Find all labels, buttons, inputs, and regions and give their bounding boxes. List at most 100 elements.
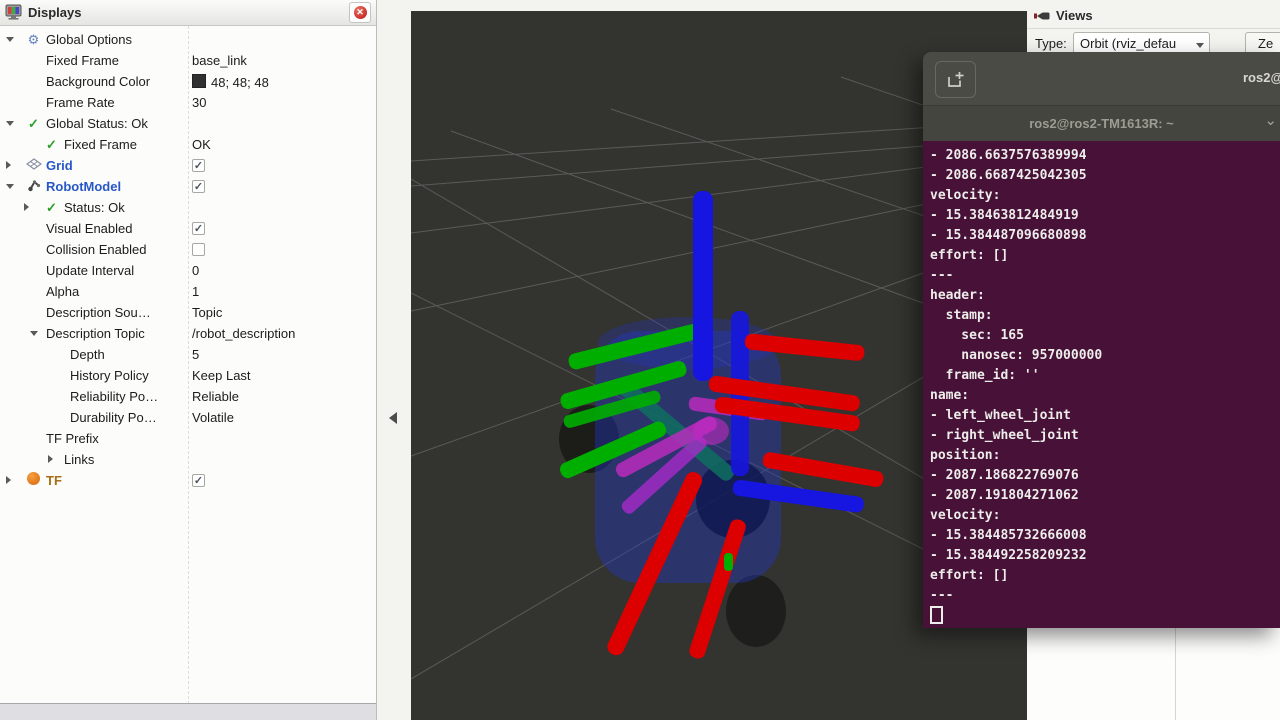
property-value[interactable]: OK bbox=[192, 137, 211, 152]
caster-wheel bbox=[726, 575, 786, 647]
tree-row-history-policy[interactable]: History Policy Keep Last bbox=[0, 365, 376, 386]
property-checkbox-unchecked[interactable] bbox=[192, 243, 205, 256]
tree-row-fixed-frame[interactable]: Fixed Frame base_link bbox=[0, 50, 376, 71]
property-value[interactable]: Reliable bbox=[192, 389, 239, 404]
property-label: Fixed Frame bbox=[46, 53, 119, 68]
new-tab-button[interactable] bbox=[935, 61, 976, 98]
property-checkbox-checked[interactable]: ✓ bbox=[192, 222, 205, 235]
property-value[interactable]: base_link bbox=[192, 53, 247, 68]
property-checkbox-checked[interactable]: ✓ bbox=[192, 474, 205, 487]
tree-row-tf-prefix[interactable]: TF Prefix bbox=[0, 428, 376, 449]
property-label: Reliability Po… bbox=[70, 389, 158, 404]
displays-panel-icon bbox=[5, 4, 22, 21]
check-icon: ✓ bbox=[43, 199, 60, 216]
tree-row-status-ok[interactable]: ✓ Status: Ok bbox=[0, 197, 376, 218]
property-checkbox-checked[interactable]: ✓ bbox=[192, 159, 205, 172]
property-label: RobotModel bbox=[46, 179, 121, 194]
terminal-window-title: ros2@ bbox=[1243, 70, 1280, 85]
property-label: TF bbox=[46, 473, 62, 488]
property-label: Description Sou… bbox=[46, 305, 151, 320]
tree-row-frame-rate[interactable]: Frame Rate 30 bbox=[0, 92, 376, 113]
property-value[interactable]: /robot_description bbox=[192, 326, 295, 341]
property-value[interactable]: Keep Last bbox=[192, 368, 251, 383]
property-label: Depth bbox=[70, 347, 105, 362]
tree-row-depth[interactable]: Depth 5 bbox=[0, 344, 376, 365]
terminal-tab-title: ros2@ros2-TM1613R: ~ bbox=[1029, 116, 1174, 131]
property-value[interactable]: Topic bbox=[192, 305, 222, 320]
views-panel-header: Views bbox=[1027, 3, 1280, 29]
tree-row-global-status-ok[interactable]: ✓ Global Status: Ok bbox=[0, 113, 376, 134]
tree-row-alpha[interactable]: Alpha 1 bbox=[0, 281, 376, 302]
terminal-body[interactable]: - 2086.6637576389994 - 2086.668742504230… bbox=[923, 141, 1280, 628]
expander-closed-icon[interactable] bbox=[6, 476, 11, 484]
tf-icon bbox=[25, 472, 42, 489]
tree-row-global-options[interactable]: ⚙Global Options bbox=[0, 29, 376, 50]
tree-row-visual-enabled[interactable]: Visual Enabled ✓ bbox=[0, 218, 376, 239]
robot-model bbox=[558, 191, 885, 660]
check-icon: ✓ bbox=[25, 115, 42, 132]
view-type-value: Orbit (rviz_defau bbox=[1080, 36, 1176, 51]
property-label: Global Options bbox=[46, 32, 132, 47]
displays-panel-button-row bbox=[0, 703, 376, 720]
tf-origin bbox=[693, 417, 729, 445]
property-label: Alpha bbox=[46, 284, 79, 299]
displays-panel-title: Displays bbox=[28, 5, 81, 20]
expander-open-icon[interactable] bbox=[6, 121, 14, 126]
property-label: History Policy bbox=[70, 368, 149, 383]
tree-row-reliability-po[interactable]: Reliability Po… Reliable bbox=[0, 386, 376, 407]
views-panel-title: Views bbox=[1056, 8, 1093, 23]
tree-row-durability-po[interactable]: Durability Po… Volatile bbox=[0, 407, 376, 428]
tree-row-links[interactable]: Links bbox=[0, 449, 376, 470]
displays-panel: Displays ✕ ⚙Global Options Fixed Frame bas… bbox=[0, 0, 377, 720]
expander-open-icon[interactable] bbox=[6, 184, 14, 189]
property-label: Status: Ok bbox=[64, 200, 125, 215]
close-icon: ✕ bbox=[354, 6, 367, 19]
expander-closed-icon[interactable] bbox=[6, 161, 11, 169]
terminal-header[interactable]: ros2@ bbox=[923, 52, 1280, 105]
new-tab-icon bbox=[947, 72, 965, 88]
expander-closed-icon[interactable] bbox=[48, 455, 53, 463]
tree-row-fixed-frame[interactable]: ✓Fixed FrameOK bbox=[0, 134, 376, 155]
property-value[interactable]: 48; 48; 48 bbox=[192, 74, 269, 90]
property-value[interactable]: 1 bbox=[192, 284, 199, 299]
type-label: Type: bbox=[1035, 36, 1067, 51]
property-label: Frame Rate bbox=[46, 95, 115, 110]
property-value[interactable]: 30 bbox=[192, 95, 206, 110]
displays-tree: ⚙Global Options Fixed Frame base_link Backg… bbox=[0, 26, 376, 704]
tree-row-description-topic[interactable]: Description Topic/robot_description bbox=[0, 323, 376, 344]
grid-icon bbox=[25, 157, 42, 174]
tree-row-update-interval[interactable]: Update Interval0 bbox=[0, 260, 376, 281]
property-value[interactable]: 0 bbox=[192, 263, 199, 278]
tab-chevron-down-icon[interactable]: ⌄ bbox=[1264, 111, 1277, 129]
tree-row-collision-enabled[interactable]: Collision Enabled bbox=[0, 239, 376, 260]
terminal-output: - 2086.6637576389994 - 2086.668742504230… bbox=[923, 141, 1280, 628]
chevron-down-icon bbox=[1196, 43, 1204, 48]
tree-row-tf[interactable]: TF ✓ bbox=[0, 470, 376, 491]
tree-row-description-sou[interactable]: Description Sou… Topic bbox=[0, 302, 376, 323]
property-value[interactable]: Volatile bbox=[192, 410, 234, 425]
property-value[interactable]: 5 bbox=[192, 347, 199, 362]
panel-collapse-handle[interactable] bbox=[389, 412, 397, 424]
property-label: Durability Po… bbox=[70, 410, 157, 425]
tree-row-robotmodel[interactable]: RobotModel ✓ bbox=[0, 176, 376, 197]
property-label: Collision Enabled bbox=[46, 242, 146, 257]
property-label: Global Status: Ok bbox=[46, 116, 148, 131]
expander-open-icon[interactable] bbox=[30, 331, 38, 336]
property-label: Description Topic bbox=[46, 326, 145, 341]
terminal-tab-bar[interactable]: ros2@ros2-TM1613R: ~ ⌄ bbox=[923, 105, 1280, 141]
property-label: Links bbox=[64, 452, 94, 467]
views-panel-icon bbox=[1034, 9, 1050, 23]
tree-row-background-color[interactable]: Background Color 48; 48; 48 bbox=[0, 71, 376, 92]
tree-row-grid[interactable]: Grid ✓ bbox=[0, 155, 376, 176]
property-label: Grid bbox=[46, 158, 73, 173]
color-swatch bbox=[192, 74, 206, 88]
robot-arm-icon bbox=[25, 178, 42, 196]
expander-open-icon[interactable] bbox=[6, 37, 14, 42]
property-checkbox-checked[interactable]: ✓ bbox=[192, 180, 205, 193]
property-label: Background Color bbox=[46, 74, 150, 89]
close-panel-button[interactable]: ✕ bbox=[349, 2, 371, 23]
expander-closed-icon[interactable] bbox=[24, 203, 29, 211]
terminal-window[interactable]: ros2@ ros2@ros2-TM1613R: ~ ⌄ - 2086.6637… bbox=[923, 52, 1280, 628]
terminal-cursor bbox=[930, 606, 943, 624]
property-label: Visual Enabled bbox=[46, 221, 133, 236]
